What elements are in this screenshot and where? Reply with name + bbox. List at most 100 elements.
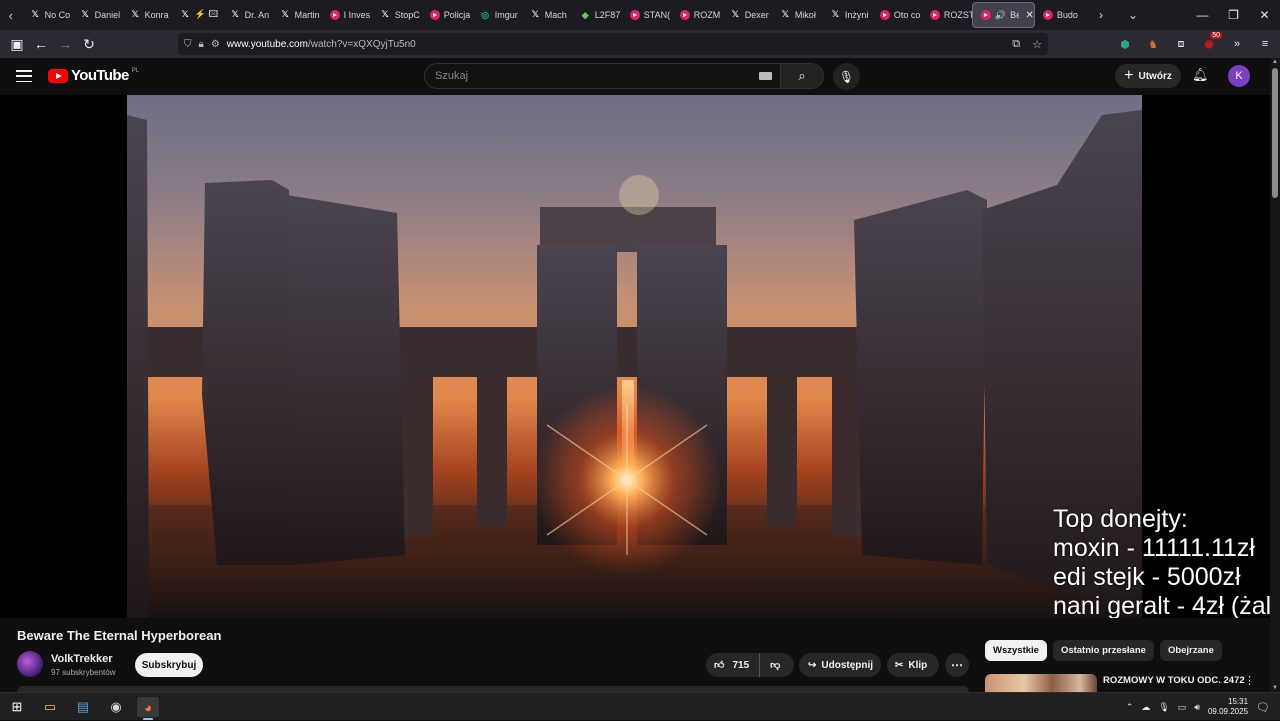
close-window-icon[interactable]: ✕ — [1249, 8, 1280, 22]
tab-active[interactable]: 🔊 Bew ✕ — [971, 2, 1035, 28]
tab-item[interactable]: ◆ L2F87 — [572, 2, 622, 28]
overlay-line: edi stejk - 5000zł — [1053, 563, 1241, 591]
like-button[interactable]: 👍︎ 715 — [706, 653, 761, 677]
scroll-tabs-left-icon[interactable]: ‹ — [0, 0, 22, 30]
microphone-icon[interactable]: 🎙︎ — [1158, 702, 1169, 713]
filter-chip[interactable]: Obejrzane — [1159, 640, 1222, 661]
volume-icon[interactable]: 🔊︎ — [1194, 702, 1200, 713]
tab-item[interactable]: 𝕏 Dexer — [722, 2, 772, 28]
tab-item[interactable]: 𝕏 Mikoł — [772, 2, 822, 28]
youtube-logo[interactable]: YouTube PL — [48, 67, 139, 84]
extensions-icon[interactable]: ⧈ — [1172, 35, 1190, 53]
youtube-icon — [1042, 10, 1053, 20]
tab-item[interactable]: 𝕏 Martin — [272, 2, 322, 28]
scroll-down-icon[interactable]: ▼ — [1272, 685, 1278, 691]
share-button[interactable]: ↪ Udostępnij — [799, 653, 881, 677]
tab-item[interactable]: 𝕏 ⚡ 🖾 — [172, 2, 222, 28]
bookmark-star-icon[interactable]: ☆ — [1032, 38, 1042, 51]
tab-label: Policja — [443, 10, 471, 20]
more-actions-button[interactable]: ⋯ — [945, 653, 969, 677]
steam-icon[interactable]: ◉ — [105, 697, 127, 717]
back-icon[interactable]: ← — [29, 32, 53, 56]
reload-icon[interactable]: ↻ — [77, 32, 101, 56]
ublock-badge: 50 — [1210, 32, 1222, 39]
tab-item[interactable]: 𝕏 StopC — [372, 2, 422, 28]
tab-item[interactable]: ◎ Imgur — [472, 2, 522, 28]
picture-in-picture-icon[interactable]: ⧉ — [1012, 38, 1020, 51]
close-tab-icon[interactable]: ✕ — [1025, 10, 1033, 21]
video-frame[interactable] — [127, 95, 1142, 618]
tab-item[interactable]: ROZST — [922, 2, 972, 28]
tab-label: Mikoł — [794, 10, 816, 20]
tab-label: Inżyni — [844, 10, 869, 20]
overflow-menu-icon[interactable]: » — [1228, 35, 1246, 53]
clip-button[interactable]: ✂ Klip — [887, 653, 939, 677]
shield-icon[interactable]: ⛉ — [184, 39, 192, 50]
recommendation-title[interactable]: ROZMOWY W TOKU ODC. 2472 — [1103, 675, 1245, 686]
account-avatar[interactable]: K — [1228, 65, 1250, 87]
address-bar[interactable]: ⛉ 🔒︎ ⚙︎ www.youtube.com/watch?v=xQXQyjTu… — [178, 33, 1048, 55]
create-button[interactable]: + Utwórz — [1115, 64, 1181, 88]
guide-menu-icon[interactable] — [16, 70, 32, 82]
scroll-tabs-right-icon[interactable]: › — [1085, 8, 1117, 22]
recommendation-thumbnail[interactable] — [985, 674, 1097, 692]
scrollbar-thumb[interactable] — [1272, 68, 1278, 198]
app-menu-icon[interactable]: ≡ — [1256, 35, 1274, 53]
tab-item[interactable]: Oto co — [872, 2, 922, 28]
voice-search-button[interactable]: 🎙︎ — [833, 63, 860, 90]
tab-item[interactable]: 𝕏 Inżyni — [822, 2, 872, 28]
channel-name[interactable]: VolkTrekker — [51, 653, 113, 665]
url-text[interactable]: www.youtube.com/watch?v=xQXQyjTu5n0 — [227, 39, 416, 50]
tab-item[interactable]: Budo — [1035, 2, 1085, 28]
restore-window-icon[interactable]: ❐ — [1218, 8, 1249, 22]
keyboard-icon[interactable] — [759, 72, 772, 80]
tab-item[interactable]: 𝕏 Mach — [522, 2, 572, 28]
firefox-icon[interactable]: ◕ — [137, 697, 159, 720]
filter-chip[interactable]: Wszystkie — [985, 640, 1047, 661]
tab-item[interactable]: ROZM — [672, 2, 722, 28]
search-input[interactable] — [435, 70, 755, 82]
more-vertical-icon[interactable]: ⋮ — [1244, 674, 1255, 687]
clip-label: Klip — [908, 659, 928, 671]
x-icon: 𝕏 — [131, 10, 139, 20]
tab-item[interactable]: I Inves — [322, 2, 372, 28]
fox-extension-icon[interactable]: ♞ — [1144, 35, 1162, 53]
tab-item[interactable]: 𝕏 Dr. An — [222, 2, 272, 28]
scroll-up-icon[interactable]: ▲ — [1272, 59, 1278, 65]
network-icon[interactable]: ▭ — [1178, 702, 1187, 713]
ublock-icon[interactable]: ⬣ 50 — [1200, 32, 1222, 53]
notifications-icon[interactable]: 🗨︎ — [1256, 701, 1270, 714]
channel-avatar[interactable] — [17, 651, 43, 677]
tab-item[interactable]: 𝕏 Daniel — [72, 2, 122, 28]
video-player[interactable]: Top donejty: moxin - 11111.11zł edi stej… — [0, 95, 1270, 618]
minimize-window-icon[interactable]: — — [1187, 8, 1218, 22]
onedrive-icon[interactable]: ☁ — [1141, 702, 1150, 713]
clock[interactable]: 15:31 09.09.2025 — [1208, 697, 1248, 717]
remote-desktop-icon[interactable]: ▤ — [72, 697, 94, 717]
filter-chip[interactable]: Ostatnio przesłane — [1052, 640, 1154, 661]
tab-item[interactable]: STAN( — [622, 2, 672, 28]
page-scrollbar[interactable]: ▲ ▼ — [1270, 58, 1280, 692]
subscribe-button[interactable]: Subskrybuj — [135, 653, 203, 677]
search-box[interactable] — [424, 63, 780, 89]
file-explorer-icon[interactable]: ▭ — [39, 697, 61, 717]
search-button[interactable]: ⌕ — [780, 63, 824, 89]
x-icon: 𝕏 — [731, 10, 739, 20]
sidebar-toggle-icon[interactable]: ▣ — [5, 32, 29, 56]
vpn-extension-icon[interactable]: ⬢ — [1116, 35, 1134, 53]
tab-item[interactable]: 𝕏 Konra — [122, 2, 172, 28]
list-all-tabs-icon[interactable]: ⌄ — [1117, 8, 1149, 22]
lock-icon[interactable]: 🔒︎ — [199, 39, 204, 50]
forward-icon[interactable]: → — [53, 32, 77, 56]
x-icon: 𝕏 — [781, 10, 789, 20]
notifications-bell-icon[interactable]: 🔔︎ — [1192, 67, 1209, 83]
tray-chevron-icon[interactable]: ⌃ — [1126, 702, 1134, 713]
permissions-icon[interactable]: ⚙︎ — [211, 39, 220, 50]
dislike-button[interactable]: 👎︎ — [760, 659, 780, 671]
tab-item[interactable]: 𝕏 No Co — [22, 2, 72, 28]
more-horizontal-icon: ⋯ — [951, 658, 963, 672]
speaker-icon[interactable]: 🔊 — [995, 10, 1006, 21]
create-label: Utwórz — [1138, 70, 1172, 82]
windows-start-icon[interactable]: ⊞ — [6, 697, 28, 717]
tab-item[interactable]: Policja — [422, 2, 472, 28]
